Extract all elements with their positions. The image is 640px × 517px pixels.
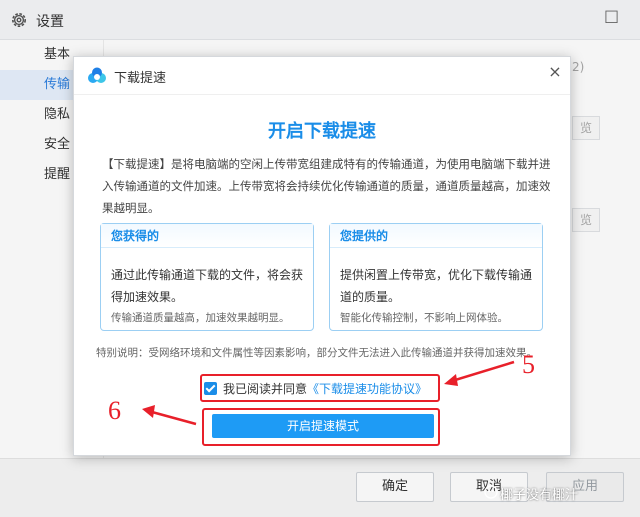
watermark: 椰子没有椰汁 (500, 488, 579, 503)
arrow-6-line (151, 410, 197, 426)
step-number-6: 6 (108, 396, 121, 425)
arrow-6-head (142, 405, 155, 418)
watermark-icon (484, 485, 498, 499)
arrow-5-line (451, 360, 515, 383)
arrow-5-head (444, 374, 458, 386)
step-number-5: 5 (522, 350, 535, 379)
annotation-arrows (142, 360, 515, 426)
